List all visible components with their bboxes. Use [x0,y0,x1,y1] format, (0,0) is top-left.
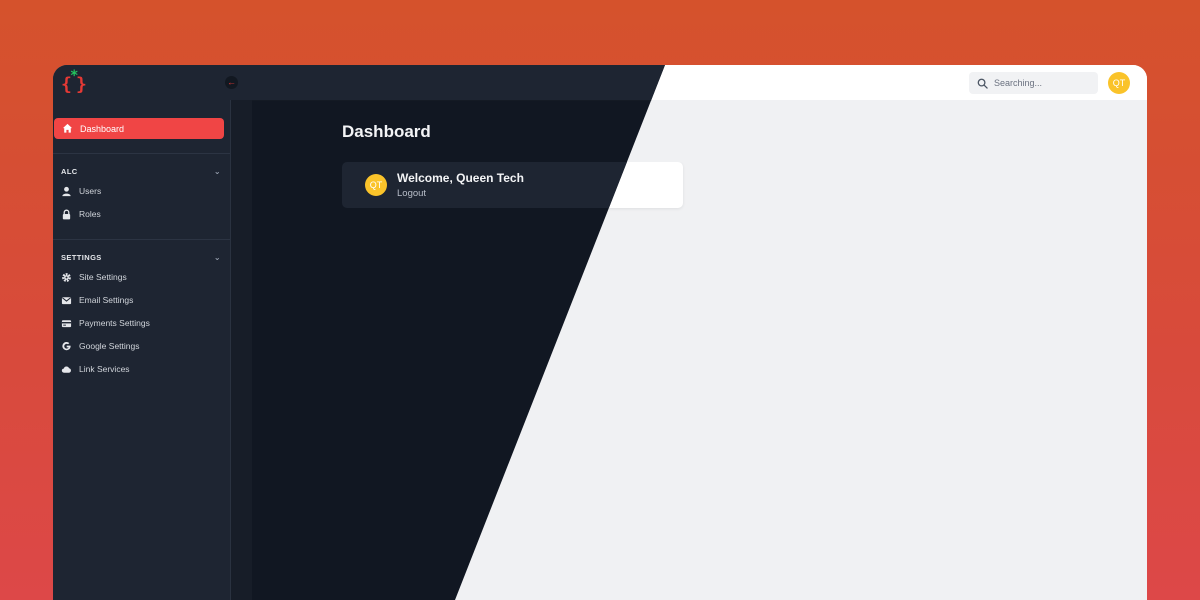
sidebar-item-label: Site Settings [79,272,127,282]
google-icon [61,341,72,352]
sidebar-divider [53,153,230,154]
credit-card-icon [61,318,72,329]
sidebar-item-label: Roles [79,209,101,219]
chevron-down-icon: ⌄ [213,253,221,262]
user-avatar[interactable]: QT [1108,72,1130,94]
cloud-icon [61,364,72,375]
app-window: QT { * } ← Dashboard ALC ⌄ [53,65,1147,600]
sidebar-item-google-settings[interactable]: Google Settings [61,339,139,353]
search-icon [977,78,988,89]
sidebar-item-payments-settings[interactable]: Payments Settings [61,316,150,330]
sidebar-item-email-settings[interactable]: Email Settings [61,293,133,307]
sidebar-item-label: Dashboard [80,123,125,134]
sidebar-item-dashboard[interactable]: Dashboard [54,118,224,139]
lock-icon [61,209,72,220]
sidebar-item-label: Google Settings [79,341,140,351]
section-heading-alc[interactable]: ALC ⌄ [61,167,221,176]
avatar: QT [365,174,387,196]
section-heading-settings[interactable]: SETTINGS ⌄ [61,253,221,262]
sidebar-item-link-services[interactable]: Link Services [61,362,130,376]
home-icon [62,123,73,134]
sidebar: Dashboard ALC ⌄ Users Roles SETTINGS ⌄ S… [53,100,231,600]
sidebar-divider [53,239,230,240]
chevron-down-icon: ⌄ [213,167,221,176]
sidebar-item-label: Payments Settings [79,318,150,328]
envelope-icon [61,295,72,306]
sidebar-item-label: Link Services [79,364,130,374]
dark-theme-layer: { * } ← Dashboard ALC ⌄ Users Roles SETT… [53,65,665,600]
logout-link[interactable]: Logout [397,188,426,199]
search-box[interactable] [969,72,1098,94]
section-heading-label: SETTINGS [61,253,102,262]
welcome-message: Welcome, Queen Tech [397,171,524,185]
sidebar-item-label: Email Settings [79,295,134,305]
sidebar-edge-strip [231,100,252,600]
search-input[interactable] [994,78,1089,88]
sidebar-item-label: Users [79,186,102,196]
sidebar-item-users[interactable]: Users [61,184,101,198]
collapse-sidebar-button[interactable]: ← [225,76,238,89]
section-heading-label: ALC [61,167,78,176]
app-logo[interactable]: { * } [61,68,89,95]
page-title: Dashboard [342,122,431,141]
sidebar-item-site-settings[interactable]: Site Settings [61,270,127,284]
sidebar-item-roles[interactable]: Roles [61,207,101,221]
user-icon [61,186,72,197]
gear-icon [61,272,72,283]
logo-right-brace: } [76,74,87,95]
arrow-left-icon: ← [227,77,236,87]
